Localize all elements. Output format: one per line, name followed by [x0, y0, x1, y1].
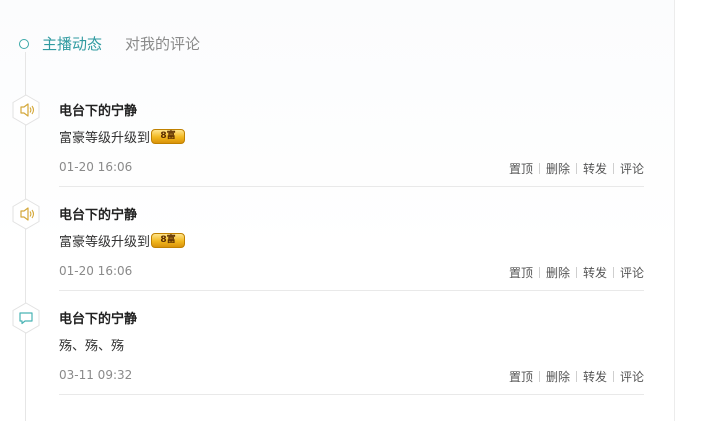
share-button[interactable]: 转发 [583, 264, 607, 281]
post-time: 01-20 16:06 [59, 264, 133, 278]
action-bar: 置顶 删除 转发 评论 [509, 368, 644, 385]
separator [538, 267, 540, 278]
item-divider [59, 290, 644, 291]
tab-comments-to-me[interactable]: 对我的评论 [125, 34, 200, 54]
separator [612, 371, 614, 382]
delete-button[interactable]: 删除 [546, 160, 570, 177]
feed-item: 电台下的宁静 殇、殇、殇 03-11 09:32 置顶 删除 转发 评论 [0, 302, 674, 406]
separator [575, 267, 577, 278]
action-bar: 置顶 删除 转发 评论 [509, 264, 644, 281]
comment-icon [10, 302, 42, 334]
author-name[interactable]: 电台下的宁静 [59, 308, 137, 327]
separator [538, 163, 540, 174]
feed-item: 电台下的宁静 富豪等级升级到 8富 01-20 16:06 置顶 删除 转发 评… [0, 198, 674, 302]
post-time: 03-11 09:32 [59, 368, 133, 382]
post-time: 01-20 16:06 [59, 160, 133, 174]
content-text: 富豪等级升级到 [59, 235, 151, 250]
action-bar: 置顶 删除 转发 评论 [509, 160, 644, 177]
feed-content: 富豪等级升级到 8富 [59, 127, 186, 146]
separator [612, 163, 614, 174]
item-divider [59, 186, 644, 187]
feed-item: 电台下的宁静 富豪等级升级到 8富 01-20 16:06 置顶 删除 转发 评… [0, 94, 674, 198]
separator [612, 267, 614, 278]
pin-button[interactable]: 置顶 [509, 368, 533, 385]
content-text: 富豪等级升级到 [59, 131, 151, 146]
separator [575, 371, 577, 382]
comment-button[interactable]: 评论 [620, 368, 644, 385]
tab-anchor-feed[interactable]: 主播动态 [42, 34, 102, 54]
delete-button[interactable]: 删除 [546, 264, 570, 281]
content-text: 殇、殇、殇 [59, 339, 125, 354]
author-name[interactable]: 电台下的宁静 [59, 204, 137, 223]
speaker-icon [10, 94, 42, 126]
comment-button[interactable]: 评论 [620, 264, 644, 281]
separator [575, 163, 577, 174]
feed-content: 殇、殇、殇 [59, 335, 124, 354]
share-button[interactable]: 转发 [583, 368, 607, 385]
share-button[interactable]: 转发 [583, 160, 607, 177]
wealth-level-badge: 8富 [151, 233, 186, 248]
pin-button[interactable]: 置顶 [509, 160, 533, 177]
item-divider [59, 394, 644, 395]
right-border [674, 0, 675, 421]
delete-button[interactable]: 删除 [546, 368, 570, 385]
pin-button[interactable]: 置顶 [509, 264, 533, 281]
timeline-start-dot [19, 39, 29, 49]
wealth-level-badge: 8富 [151, 129, 186, 144]
feed-content: 富豪等级升级到 8富 [59, 231, 186, 250]
comment-button[interactable]: 评论 [620, 160, 644, 177]
speaker-icon [10, 198, 42, 230]
author-name[interactable]: 电台下的宁静 [59, 100, 137, 119]
separator [538, 371, 540, 382]
